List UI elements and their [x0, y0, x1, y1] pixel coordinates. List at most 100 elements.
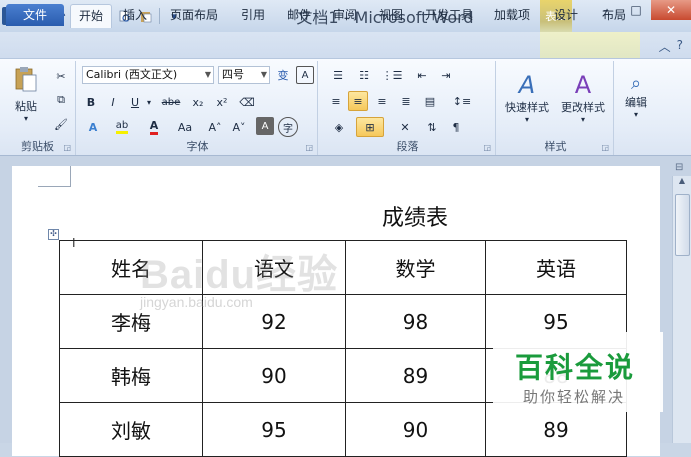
- strikethrough-button[interactable]: abe: [158, 93, 184, 111]
- tab-mailings[interactable]: 邮件: [278, 4, 320, 26]
- tab-page-layout[interactable]: 页面布局: [162, 4, 226, 26]
- document-page[interactable]: 成绩表 ✣ I 姓名 语文 数学 英语 李梅 92 98 95 韩梅 90 89…: [12, 166, 660, 457]
- help-icon[interactable]: ?: [677, 38, 683, 55]
- align-center-icon[interactable]: ≡: [348, 91, 368, 111]
- tab-review[interactable]: 审阅: [324, 4, 366, 26]
- paste-button[interactable]: 粘贴 ▾: [8, 63, 44, 125]
- text-effects-icon[interactable]: A: [82, 117, 104, 137]
- table-move-handle-icon[interactable]: ✣: [48, 229, 59, 240]
- table-header-cell[interactable]: 英语: [485, 240, 627, 295]
- shading-icon[interactable]: ◈: [326, 117, 352, 137]
- subscript-button[interactable]: x₂: [188, 93, 208, 111]
- chevron-down-icon: ▾: [580, 114, 585, 124]
- table-cell[interactable]: 98: [345, 294, 486, 349]
- font-name-select[interactable]: Calibri (西文正文) ▼: [82, 66, 214, 84]
- styles-group-label: 样式: [544, 140, 567, 153]
- table-cell[interactable]: 韩梅: [59, 348, 203, 403]
- multilevel-list-icon[interactable]: ⋮☰: [378, 66, 406, 84]
- ribbon-help-controls: ︿ ?: [659, 38, 683, 55]
- cut-icon[interactable]: ✂: [52, 67, 70, 85]
- font-name-value: Calibri (西文正文): [86, 68, 178, 81]
- close-button[interactable]: ✕: [651, 0, 691, 20]
- shrink-font-button[interactable]: A˅: [228, 117, 250, 137]
- tab-home[interactable]: 开始: [70, 4, 112, 28]
- document-title[interactable]: 成绩表: [382, 200, 448, 232]
- change-styles-icon: A: [574, 70, 592, 99]
- margin-corner-mark: [38, 166, 71, 187]
- show-marks-icon[interactable]: ¶: [446, 117, 466, 137]
- minimize-ribbon-icon[interactable]: ︿: [659, 38, 671, 55]
- scrollbar-thumb[interactable]: [675, 194, 690, 256]
- baidu-watermark: Baidu经验: [140, 253, 339, 297]
- font-size-select[interactable]: 四号 ▼: [218, 66, 270, 84]
- decrease-indent-icon[interactable]: ⇤: [412, 66, 432, 84]
- numbering-icon[interactable]: ☷: [352, 66, 376, 84]
- font-launcher-icon[interactable]: ◲: [305, 143, 313, 152]
- distributed-icon[interactable]: ▤: [420, 91, 440, 111]
- table-cell[interactable]: 刘敏: [59, 402, 203, 457]
- enclose-char-icon[interactable]: 字: [278, 117, 298, 137]
- superscript-button[interactable]: x²: [212, 93, 232, 111]
- tab-developer[interactable]: 开发工具: [416, 4, 482, 26]
- justify-icon[interactable]: ≣: [396, 91, 416, 111]
- context-tabs-background: [540, 32, 640, 58]
- tab-layout[interactable]: 布局: [592, 4, 636, 26]
- highlight-color-button[interactable]: ab: [108, 117, 136, 137]
- italic-button[interactable]: I: [104, 93, 122, 111]
- paste-label: 粘贴: [15, 100, 37, 113]
- editing-button[interactable]: ⌕ 编辑 ▾: [618, 65, 654, 127]
- increase-indent-icon[interactable]: ⇥: [436, 66, 456, 84]
- badge-title: 百科全说: [515, 351, 636, 384]
- char-shading-icon[interactable]: A: [256, 117, 274, 135]
- font-color-letter: A: [149, 119, 159, 135]
- line-spacing-icon[interactable]: ↕≡: [448, 91, 476, 111]
- tab-references[interactable]: 引用: [232, 4, 274, 26]
- styles-launcher-icon[interactable]: ◲: [601, 143, 609, 152]
- table-cell[interactable]: 89: [345, 348, 486, 403]
- ribbon: 粘贴 ▾ ✂ ⧉ 🖌 剪贴板 ◲ Calibri (西文正文) ▼ 四号 ▼ 变…: [0, 58, 691, 156]
- paste-icon: [14, 65, 38, 98]
- qat-separator: [159, 8, 160, 24]
- underline-dropdown-icon[interactable]: ▾: [144, 93, 154, 111]
- table-header-cell[interactable]: 数学: [345, 240, 486, 295]
- paragraph-launcher-icon[interactable]: ◲: [483, 143, 491, 152]
- underline-button[interactable]: U: [126, 93, 144, 111]
- tab-view[interactable]: 视图: [370, 4, 412, 26]
- tab-file[interactable]: 文件: [6, 4, 64, 26]
- baike-badge-watermark: 百科全说 助你轻松解决: [493, 332, 663, 412]
- table-cell[interactable]: 90: [202, 348, 346, 403]
- group-clipboard: 粘贴 ▾ ✂ ⧉ 🖌 剪贴板 ◲: [0, 61, 76, 155]
- borders-icon[interactable]: ⊞: [356, 117, 384, 137]
- table-cell[interactable]: 90: [345, 402, 486, 457]
- group-font: Calibri (西文正文) ▼ 四号 ▼ 变 A B I U ▾ abe x₂…: [78, 61, 318, 155]
- scroll-up-icon[interactable]: ▲: [673, 176, 691, 190]
- table-cell[interactable]: 95: [202, 402, 346, 457]
- bullets-icon[interactable]: ☰: [326, 66, 350, 84]
- align-right-icon[interactable]: ≡: [372, 91, 392, 111]
- view-ruler-icon[interactable]: ⊟: [675, 162, 687, 174]
- align-left-icon[interactable]: ≡: [326, 91, 346, 111]
- tab-insert[interactable]: 插入: [114, 4, 156, 26]
- chinese-layout-icon[interactable]: ✕: [392, 117, 418, 137]
- clear-formatting-icon[interactable]: ⌫: [238, 93, 256, 111]
- change-case-button[interactable]: Aa: [172, 117, 198, 137]
- font-group-label: 字体: [186, 140, 209, 153]
- tab-add-ins[interactable]: 加载项: [486, 4, 538, 26]
- quick-styles-button[interactable]: A 快速样式 ▾: [500, 67, 554, 127]
- editing-label: 编辑: [625, 96, 647, 109]
- grow-font-button[interactable]: A˄: [204, 117, 226, 137]
- font-color-button[interactable]: A: [140, 117, 168, 137]
- copy-icon[interactable]: ⧉: [52, 91, 70, 109]
- char-border-icon[interactable]: A: [296, 66, 314, 84]
- baidu-watermark-url: jingyan.baidu.com: [140, 294, 253, 310]
- bold-button[interactable]: B: [82, 93, 100, 111]
- phonetic-guide-icon[interactable]: 变: [274, 66, 292, 84]
- change-styles-button[interactable]: A 更改样式 ▾: [556, 67, 610, 127]
- clipboard-launcher-icon[interactable]: ◲: [63, 143, 71, 152]
- vertical-scrollbar[interactable]: ▲: [672, 176, 691, 443]
- chevron-down-icon: ▾: [633, 110, 638, 119]
- sort-icon[interactable]: ⇅: [422, 117, 442, 137]
- binoculars-icon: ⌕: [630, 73, 642, 94]
- tab-design[interactable]: 设计: [544, 4, 588, 26]
- format-painter-icon[interactable]: 🖌: [52, 115, 70, 133]
